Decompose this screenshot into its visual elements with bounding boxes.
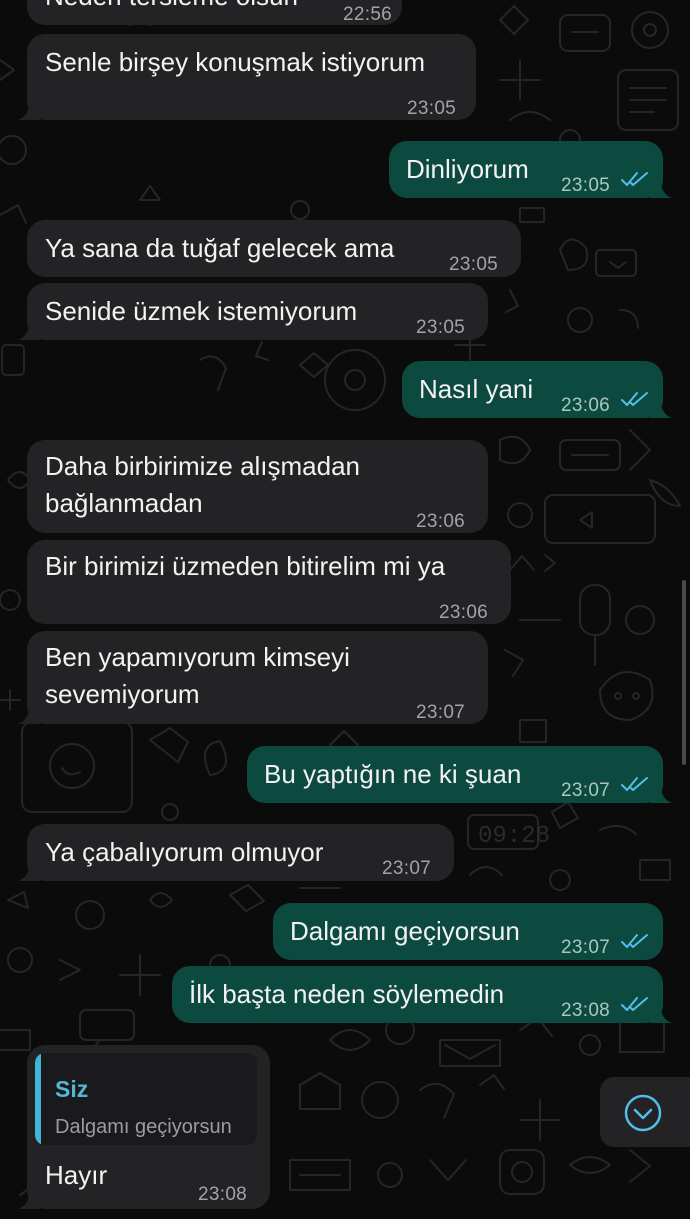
message-timestamp: 23:05 xyxy=(416,317,466,338)
message-text: Senle birşey konuşmak istiyorum xyxy=(45,47,426,77)
message-timestamp: 23:08 xyxy=(561,1000,611,1021)
wallpaper-clock-text: 09:28 xyxy=(478,823,550,850)
bubble-tail xyxy=(650,1001,672,1023)
double-check-icon xyxy=(621,997,648,1011)
quote-text: Dalgamı geçiyorsun xyxy=(55,1116,232,1138)
outgoing-message-bubble[interactable]: Dalgamı geçiyorsun 23:07 xyxy=(273,903,663,960)
incoming-message-bubble[interactable]: Neden tersleme olsun 22:56 xyxy=(27,0,402,25)
quoted-message[interactable]: Siz Dalgamı geçiyorsun xyxy=(35,1053,257,1145)
message-text: Senide üzmek istemiyorum xyxy=(45,296,358,326)
message-timestamp: 23:07 xyxy=(561,780,611,801)
bubble-tail xyxy=(18,702,40,724)
message-text: Bir birimizi üzmeden bitirelim mi ya xyxy=(45,551,446,581)
double-check-icon xyxy=(621,934,648,948)
bubble-tail xyxy=(18,318,40,340)
message-timestamp: 23:05 xyxy=(449,254,499,275)
message-timestamp: 23:05 xyxy=(561,175,611,196)
bubble-tail xyxy=(18,1187,40,1209)
message-text: Hayır xyxy=(45,1160,108,1190)
incoming-message-bubble[interactable]: Ben yapamıyorum kimseyi sevemiyorum 23:07 xyxy=(18,631,488,724)
message-timestamp: 23:06 xyxy=(416,511,466,532)
message-timestamp: 23:05 xyxy=(407,98,457,119)
outgoing-message-bubble[interactable]: İlk başta neden söylemedin 23:08 xyxy=(172,966,672,1023)
message-timestamp: 23:07 xyxy=(561,937,611,958)
incoming-message-bubble[interactable]: Senide üzmek istemiyorum 23:05 xyxy=(18,283,488,340)
bubble-tail xyxy=(18,859,40,881)
outgoing-message-bubble[interactable]: Nasıl yani 23:06 xyxy=(402,361,672,418)
bubble-tail xyxy=(650,781,672,803)
message-text: Ben yapamıyorum kimseyi sevemiyorum xyxy=(45,642,350,709)
incoming-message-bubble[interactable]: Bir birimizi üzmeden bitirelim mi ya 23:0… xyxy=(27,540,511,624)
quote-accent-bar xyxy=(35,1053,41,1145)
message-text: Nasıl yani xyxy=(419,374,534,404)
incoming-message-bubble[interactable]: Ya sana da tuğaf gelecek ama 23:05 xyxy=(27,220,521,277)
message-text: Ya sana da tuğaf gelecek ama xyxy=(45,233,395,263)
bubble-tail xyxy=(18,98,40,120)
incoming-message-bubble[interactable]: Senle birşey konuşmak istiyorum 23:05 xyxy=(18,34,476,120)
outgoing-message-bubble[interactable]: Bu yaptığın ne ki şuan 23:07 xyxy=(247,746,672,803)
message-text: İlk başta neden söylemedin xyxy=(189,979,505,1009)
double-check-icon xyxy=(621,777,648,791)
message-text: Ya çabalıyorum olmuyor xyxy=(45,837,324,867)
double-check-icon xyxy=(621,392,648,406)
message-timestamp: 22:56 xyxy=(343,4,393,25)
message-timestamp: 23:06 xyxy=(561,395,611,416)
outgoing-message-bubble[interactable]: Dinliyorum 23:05 xyxy=(389,141,672,198)
message-text: Dalgamı geçiyorsun xyxy=(290,916,520,946)
message-timestamp: 23:07 xyxy=(382,858,432,879)
scroll-down-button[interactable] xyxy=(600,1077,690,1147)
message-timestamp: 23:06 xyxy=(439,602,489,623)
message-timestamp: 23:08 xyxy=(198,1184,248,1205)
message-text: Dinliyorum xyxy=(406,154,529,184)
scroll-indicator[interactable] xyxy=(682,580,686,765)
chevron-down-circle-icon xyxy=(624,1094,662,1132)
message-text: Daha birbirimize alışmadan bağlanmadan xyxy=(45,451,361,518)
chat-screen: 09:28 Neden tersleme olsun 22:56 Senle bir… xyxy=(0,0,690,1219)
incoming-message-bubble[interactable]: Daha birbirimize alışmadan bağlanmadan 23… xyxy=(27,440,488,533)
message-text: Neden tersleme olsun xyxy=(45,0,298,15)
message-text: Bu yaptığın ne ki şuan xyxy=(264,759,522,789)
bubble-tail xyxy=(650,396,672,418)
message-timestamp: 23:07 xyxy=(416,702,466,723)
incoming-message-bubble[interactable]: Ya çabalıyorum olmuyor 23:07 xyxy=(18,824,454,881)
incoming-message-bubble[interactable]: Siz Dalgamı geçiyorsun Hayır 23:08 xyxy=(18,1045,270,1209)
quote-author: Siz xyxy=(55,1076,89,1102)
bubble-tail xyxy=(650,176,672,198)
double-check-icon xyxy=(621,172,648,186)
